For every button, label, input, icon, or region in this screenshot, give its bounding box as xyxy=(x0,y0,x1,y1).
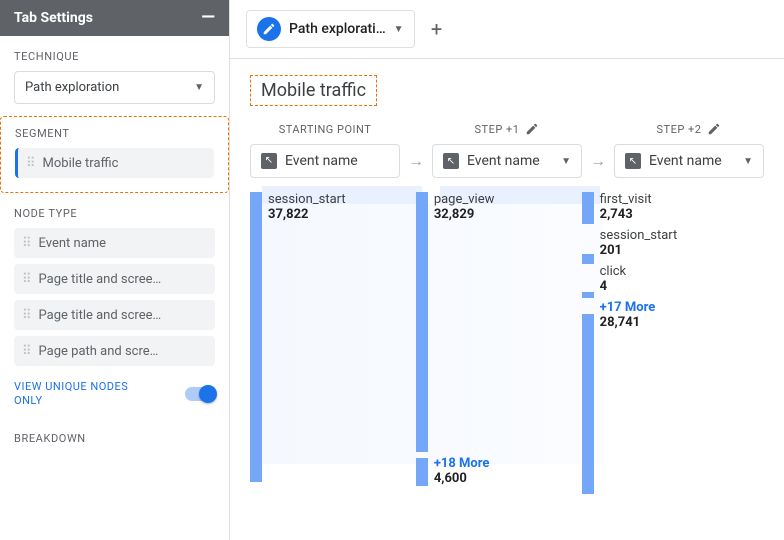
nodetype-chip[interactable]: ⠿ Page path and scre… xyxy=(14,336,215,366)
breakdown-section-label: BREAKDOWN xyxy=(0,408,229,453)
main-area: Path explorati… ▼ + Mobile traffic START… xyxy=(230,0,784,540)
drag-handle-icon[interactable]: ⠿ xyxy=(22,308,31,323)
exploration-tab[interactable]: Path explorati… ▼ xyxy=(246,10,415,48)
arrow-right-icon: → xyxy=(408,129,424,171)
sankey-node-value: 32,829 xyxy=(434,207,495,222)
segment-section-label: SEGMENT xyxy=(15,127,214,148)
technique-section-label: TECHNIQUE xyxy=(0,36,229,71)
sankey-col-2: first_visit 2,743 session_start 201 clic… xyxy=(582,192,764,486)
edit-icon[interactable] xyxy=(525,122,539,136)
segment-chip-label: Mobile traffic xyxy=(43,156,119,171)
sankey-node-value: 37,822 xyxy=(268,207,346,222)
sankey-node[interactable]: click 4 xyxy=(600,264,678,294)
edit-icon[interactable] xyxy=(707,122,721,136)
sankey-node[interactable]: first_visit 2,743 xyxy=(600,192,678,222)
segment-section[interactable]: SEGMENT ⠿ Mobile traffic xyxy=(0,116,229,193)
view-unique-label: VIEW UNIQUE NODES ONLY xyxy=(14,380,154,408)
sankey-bar[interactable] xyxy=(582,192,594,224)
nodetype-chip-label: Page title and scree… xyxy=(39,308,162,323)
nodetype-chip[interactable]: ⠿ Page title and scree… xyxy=(14,300,215,330)
step-start-col: STARTING POINT ↖ Event name xyxy=(250,123,400,178)
chevron-down-icon: ▼ xyxy=(194,82,204,93)
nodetype-list: ⠿ Event name ⠿ Page title and scree… ⠿ Page… xyxy=(0,228,229,366)
sankey-node-value: 4 xyxy=(600,279,678,294)
sidebar-body: TECHNIQUE Path exploration ▼ SEGMENT ⠿ M… xyxy=(0,36,229,540)
view-unique-row: VIEW UNIQUE NODES ONLY xyxy=(0,366,229,408)
sankey-node-name: session_start xyxy=(268,192,346,207)
sankey-node-name: +18 More xyxy=(434,456,490,471)
cursor-icon: ↖ xyxy=(625,153,641,169)
drag-handle-icon[interactable]: ⠿ xyxy=(22,236,31,251)
sankey-node[interactable]: session_start 37,822 xyxy=(268,192,346,222)
chevron-down-icon: ▼ xyxy=(394,24,404,35)
sankey-node-value: 2,743 xyxy=(600,207,678,222)
edit-icon xyxy=(257,17,281,41)
sankey-col-1: page_view 32,829 +18 More 4,600 xyxy=(416,192,582,486)
nodetype-chip[interactable]: ⠿ Page title and scree… xyxy=(14,264,215,294)
drag-handle-icon[interactable]: ⠿ xyxy=(22,272,31,287)
sankey-node-name: click xyxy=(600,264,678,279)
cursor-icon: ↖ xyxy=(443,153,459,169)
sankey-col-0: session_start 37,822 xyxy=(250,192,416,486)
nodetype-chip-label: Page path and scre… xyxy=(39,344,159,359)
cursor-icon: ↖ xyxy=(261,153,277,169)
steps-header: STARTING POINT ↖ Event name → STEP +1 ↖ … xyxy=(230,114,784,186)
sankey-chart: session_start 37,822 page_view 32,829 xyxy=(230,186,784,486)
step2-col: STEP +2 ↖ Event name ▼ xyxy=(614,122,764,178)
sidebar-title: Tab Settings xyxy=(14,10,93,26)
sankey-node[interactable]: page_view 32,829 xyxy=(434,192,495,222)
chevron-down-icon: ▼ xyxy=(743,156,753,167)
tab-label: Path explorati… xyxy=(289,21,386,37)
exploration-title[interactable]: Mobile traffic xyxy=(250,75,377,106)
sankey-bar[interactable] xyxy=(250,192,262,482)
tab-bar: Path explorati… ▼ + xyxy=(230,0,784,59)
node-label: Event name xyxy=(467,153,553,169)
sankey-bar[interactable] xyxy=(416,192,428,452)
settings-sidebar: Tab Settings — TECHNIQUE Path exploratio… xyxy=(0,0,230,540)
sankey-node-name: session_start xyxy=(600,228,678,243)
step1-col: STEP +1 ↖ Event name ▼ xyxy=(432,122,582,178)
nodetype-chip-label: Event name xyxy=(39,236,107,251)
view-unique-toggle[interactable] xyxy=(185,387,215,401)
step1-node-select[interactable]: ↖ Event name ▼ xyxy=(432,144,582,178)
sankey-node-more[interactable]: +18 More 4,600 xyxy=(434,456,490,486)
technique-select[interactable]: Path exploration ▼ xyxy=(14,71,215,104)
drag-handle-icon[interactable]: ⠿ xyxy=(22,344,31,359)
sankey-node-name: first_visit xyxy=(600,192,678,207)
sankey-bar[interactable] xyxy=(582,254,594,264)
start-node-select[interactable]: ↖ Event name xyxy=(250,144,400,178)
drag-handle-icon[interactable]: ⠿ xyxy=(26,156,35,171)
step1-label: STEP +1 xyxy=(432,122,582,136)
sankey-node-name: +17 More xyxy=(600,300,678,315)
sankey-node-more[interactable]: +17 More 28,741 xyxy=(600,300,678,330)
step-start-label: STARTING POINT xyxy=(250,123,400,136)
sankey-node-value: 4,600 xyxy=(434,471,490,486)
node-label: Event name xyxy=(649,153,735,169)
arrow-right-icon: → xyxy=(590,129,606,171)
sankey-node-value: 201 xyxy=(600,243,678,258)
add-tab-button[interactable]: + xyxy=(421,13,453,45)
sankey-node[interactable]: session_start 201 xyxy=(600,228,678,258)
node-label: Event name xyxy=(285,153,389,169)
step2-label: STEP +2 xyxy=(614,122,764,136)
step2-node-select[interactable]: ↖ Event name ▼ xyxy=(614,144,764,178)
nodetype-chip-label: Page title and scree… xyxy=(39,272,162,287)
sankey-bar[interactable] xyxy=(416,458,428,486)
sidebar-header: Tab Settings — xyxy=(0,0,229,36)
sankey-bar[interactable] xyxy=(582,292,594,298)
nodetype-section-label: NODE TYPE xyxy=(0,193,229,228)
nodetype-chip[interactable]: ⠿ Event name xyxy=(14,228,215,258)
technique-value: Path exploration xyxy=(25,80,119,95)
sankey-node-value: 28,741 xyxy=(600,315,678,330)
minimize-icon[interactable]: — xyxy=(201,13,215,23)
chevron-down-icon: ▼ xyxy=(561,156,571,167)
sankey-node-name: page_view xyxy=(434,192,495,207)
sankey-bar[interactable] xyxy=(582,314,594,494)
segment-chip[interactable]: ⠿ Mobile traffic xyxy=(15,148,214,178)
